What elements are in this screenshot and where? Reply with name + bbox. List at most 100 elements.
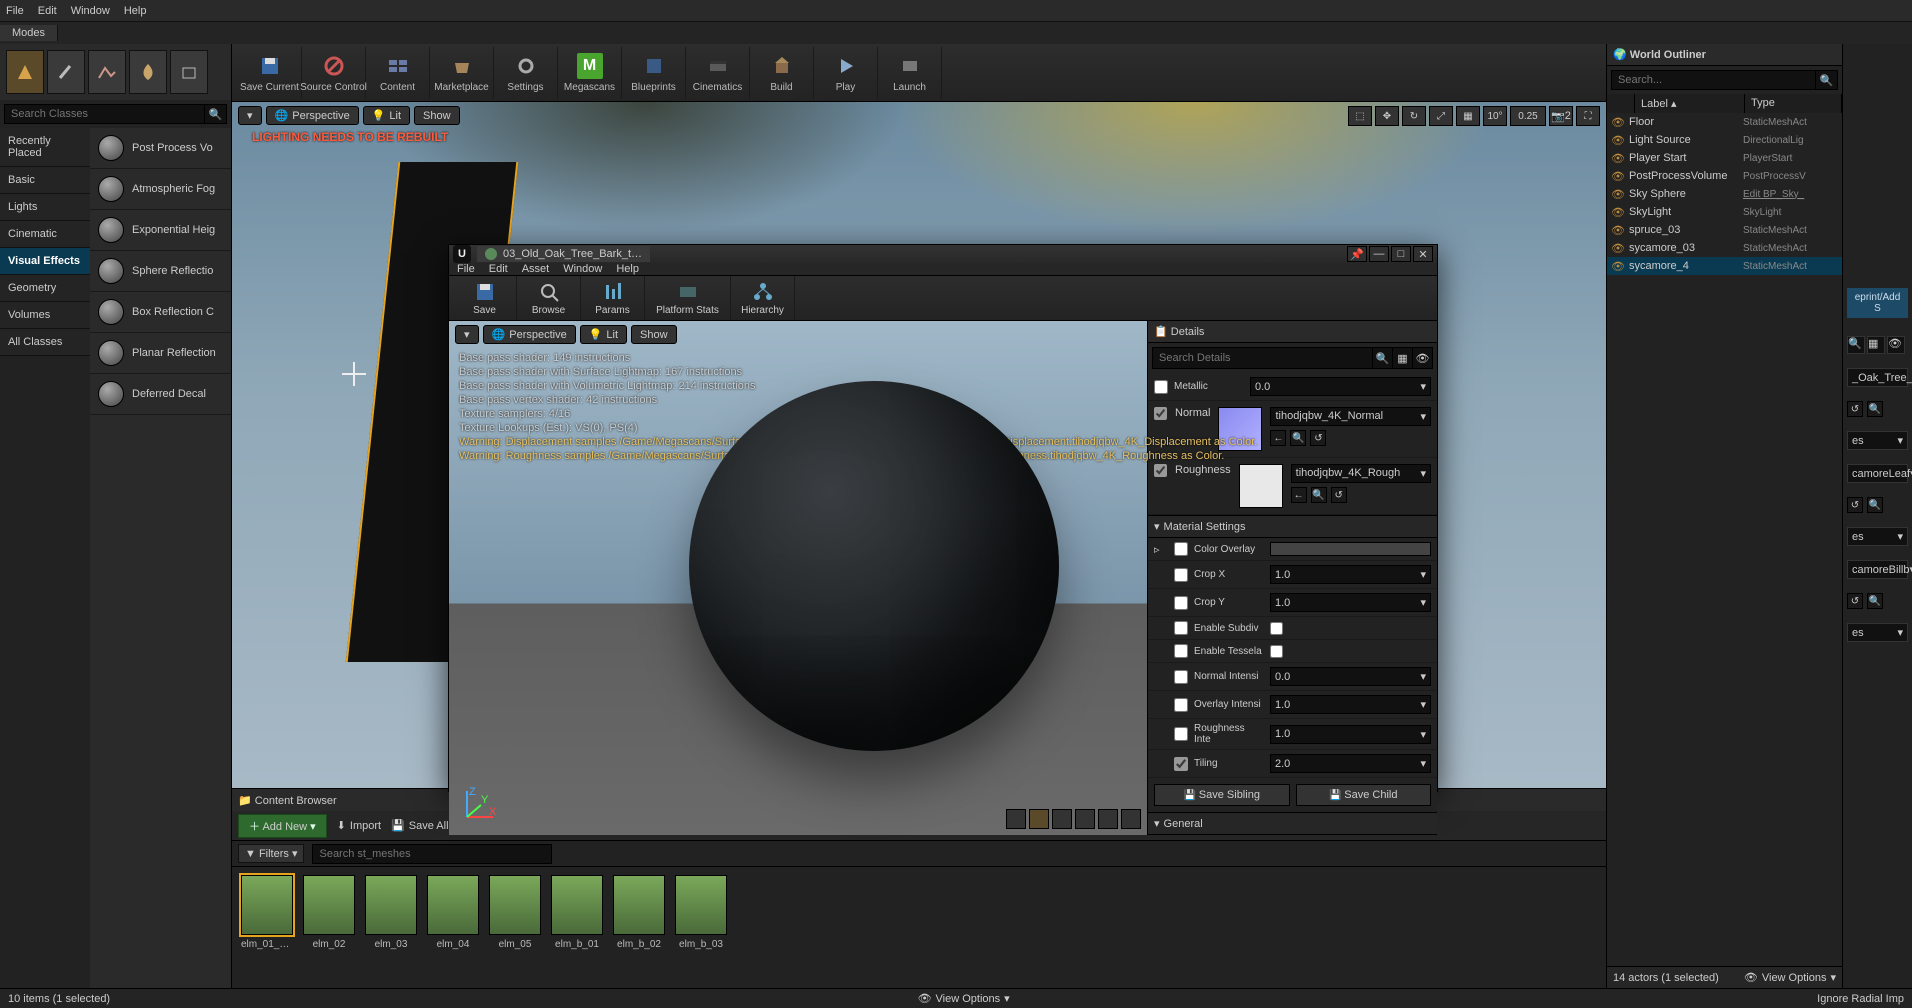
shape-sphere-icon[interactable] bbox=[1029, 809, 1049, 829]
dropdown[interactable]: es▾ bbox=[1847, 623, 1908, 642]
btn-build[interactable]: Build bbox=[750, 47, 814, 99]
mode-foliage-icon[interactable] bbox=[129, 50, 167, 94]
search-classes-input[interactable] bbox=[4, 104, 205, 124]
roughintens-value[interactable]: 1.0▾ bbox=[1270, 725, 1431, 744]
saveall-button[interactable]: 💾Save All bbox=[391, 819, 448, 832]
cat-visualeffects[interactable]: Visual Effects bbox=[0, 248, 90, 275]
outliner-search-input[interactable] bbox=[1611, 70, 1816, 90]
tess-checkbox[interactable] bbox=[1174, 644, 1188, 658]
outliner-row[interactable]: 👁sycamore_4StaticMeshAct bbox=[1607, 257, 1842, 275]
pill-show[interactable]: Show bbox=[631, 325, 677, 344]
coloroverlay-swatch[interactable] bbox=[1270, 542, 1431, 556]
transform-rotate-icon[interactable]: ↻ bbox=[1402, 106, 1426, 126]
transform-select-icon[interactable]: ⬚ bbox=[1348, 106, 1372, 126]
asset-search-input[interactable] bbox=[312, 844, 552, 864]
window-maximize-icon[interactable]: □ bbox=[1391, 246, 1411, 262]
btn-hierarchy[interactable]: Hierarchy bbox=[731, 276, 795, 320]
btn-platformstats[interactable]: Platform Stats bbox=[645, 276, 731, 320]
blueprint-add-button[interactable]: eprint/Add S bbox=[1847, 288, 1908, 318]
cat-volumes[interactable]: Volumes bbox=[0, 302, 90, 329]
snap-scale[interactable]: 0.25 bbox=[1510, 106, 1546, 126]
menu-help[interactable]: Help bbox=[616, 263, 639, 275]
cat-lights[interactable]: Lights bbox=[0, 194, 90, 221]
btn-megascans[interactable]: MMegascans bbox=[558, 47, 622, 99]
btn-settings[interactable]: Settings bbox=[494, 47, 558, 99]
roughness-checkbox[interactable] bbox=[1154, 464, 1167, 477]
eye-icon[interactable]: 👁 bbox=[1611, 259, 1625, 273]
add-new-button[interactable]: ＋ Add New ▾ bbox=[238, 814, 327, 838]
btn-cinematics[interactable]: Cinematics bbox=[686, 47, 750, 99]
eye-icon[interactable]: 👁 bbox=[1887, 336, 1905, 354]
browse-icon[interactable]: 🔍 bbox=[1867, 497, 1883, 513]
cropy-value[interactable]: 1.0▾ bbox=[1270, 593, 1431, 612]
pill-perspective[interactable]: 🌐Perspective bbox=[483, 325, 576, 344]
outliner-row[interactable]: 👁PostProcessVolumePostProcessV bbox=[1607, 167, 1842, 185]
asset-item[interactable]: elm_b_02 bbox=[612, 875, 666, 980]
tess-toggle[interactable] bbox=[1270, 645, 1283, 658]
pill-perspective[interactable]: 🌐Perspective bbox=[266, 106, 359, 125]
eye-icon[interactable]: 👁 bbox=[1611, 205, 1625, 219]
preview-menu-dropdown[interactable]: ▾ bbox=[455, 325, 479, 344]
btn-sourcecontrol[interactable]: Source Control bbox=[302, 47, 366, 99]
btn-launch[interactable]: Launch bbox=[878, 47, 942, 99]
roughness-texture-dropdown[interactable]: tihodjqbw_4K_Rough▾ bbox=[1291, 464, 1431, 483]
reset-icon[interactable]: ↺ bbox=[1847, 593, 1863, 609]
window-minimize-icon[interactable]: — bbox=[1369, 246, 1389, 262]
overlayintens-checkbox[interactable] bbox=[1174, 698, 1188, 712]
pill-lit[interactable]: 💡Lit bbox=[363, 106, 410, 125]
tiling-checkbox[interactable] bbox=[1174, 757, 1188, 771]
normal-texture-dropdown[interactable]: tihodjqbw_4K_Normal▾ bbox=[1270, 407, 1431, 426]
eye-icon[interactable]: 👁 bbox=[1611, 133, 1625, 147]
outliner-row[interactable]: 👁SkyLightSkyLight bbox=[1607, 203, 1842, 221]
eye-icon[interactable]: 👁 bbox=[1611, 187, 1625, 201]
pill-show[interactable]: Show bbox=[414, 106, 460, 125]
menu-asset[interactable]: Asset bbox=[522, 263, 550, 275]
cropy-checkbox[interactable] bbox=[1174, 596, 1188, 610]
reset-icon[interactable]: ↺ bbox=[1847, 497, 1863, 513]
btn-browse[interactable]: Browse bbox=[517, 276, 581, 320]
window-close-icon[interactable]: ✕ bbox=[1413, 246, 1433, 262]
menu-edit[interactable]: Edit bbox=[38, 5, 57, 17]
save-sibling-button[interactable]: 💾 Save Sibling bbox=[1154, 784, 1290, 806]
menu-file[interactable]: File bbox=[6, 5, 24, 17]
shape-mesh-icon[interactable] bbox=[1098, 809, 1118, 829]
mode-landscape-icon[interactable] bbox=[88, 50, 126, 94]
import-button[interactable]: ⬇Import bbox=[337, 819, 381, 832]
material-dropdown[interactable]: camoreBillb▾ bbox=[1847, 560, 1908, 579]
search-icon[interactable]: 🔍 bbox=[1373, 347, 1393, 369]
shape-cylinder-icon[interactable] bbox=[1006, 809, 1026, 829]
cat-cinematic[interactable]: Cinematic bbox=[0, 221, 90, 248]
eye-icon[interactable]: 👁 bbox=[1611, 241, 1625, 255]
reset-icon[interactable]: ↺ bbox=[1847, 401, 1863, 417]
snap-grid-icon[interactable]: ▦ bbox=[1456, 106, 1480, 126]
reset-icon[interactable]: ↺ bbox=[1310, 430, 1326, 446]
normalintens-checkbox[interactable] bbox=[1174, 670, 1188, 684]
asset-item[interactable]: elm_04 bbox=[426, 875, 480, 980]
viewport-menu-dropdown[interactable]: ▾ bbox=[238, 106, 262, 125]
eye-icon[interactable]: 👁 bbox=[1611, 223, 1625, 237]
eye-icon[interactable]: 👁 bbox=[1611, 115, 1625, 129]
mode-paint-icon[interactable] bbox=[47, 50, 85, 94]
cat-basic[interactable]: Basic bbox=[0, 167, 90, 194]
mesh-dropdown[interactable]: _Oak_Tree_▾ bbox=[1847, 368, 1908, 387]
material-preview-viewport[interactable]: ▾ 🌐Perspective 💡Lit Show Base pass shade… bbox=[449, 321, 1147, 835]
cb-view-options[interactable]: 👁View Options ▾ bbox=[918, 992, 1010, 1005]
browse-icon[interactable]: 🔍 bbox=[1867, 593, 1883, 609]
outliner-row[interactable]: 👁Light SourceDirectionalLig bbox=[1607, 131, 1842, 149]
outliner-row[interactable]: 👁Player StartPlayerStart bbox=[1607, 149, 1842, 167]
filters-button[interactable]: ▼ Filters ▾ bbox=[238, 844, 304, 863]
pin-icon[interactable]: 📌 bbox=[1347, 246, 1367, 262]
subdiv-checkbox[interactable] bbox=[1174, 621, 1188, 635]
material-dropdown[interactable]: camoreLeaf▾ bbox=[1847, 464, 1908, 483]
content-browser-tab[interactable]: 📁 Content Browser bbox=[238, 794, 337, 807]
section-general[interactable]: ▾General bbox=[1148, 812, 1437, 835]
placeable-item[interactable]: Box Reflection C bbox=[90, 292, 231, 333]
save-child-button[interactable]: 💾 Save Child bbox=[1296, 784, 1432, 806]
pill-lit[interactable]: 💡Lit bbox=[580, 325, 627, 344]
btn-params[interactable]: Params bbox=[581, 276, 645, 320]
eye-icon[interactable]: 👁 bbox=[1611, 169, 1625, 183]
roughintens-checkbox[interactable] bbox=[1174, 727, 1188, 741]
col-type[interactable]: Type bbox=[1745, 94, 1842, 113]
tab-modes[interactable]: Modes bbox=[0, 25, 58, 41]
btn-play[interactable]: Play bbox=[814, 47, 878, 99]
